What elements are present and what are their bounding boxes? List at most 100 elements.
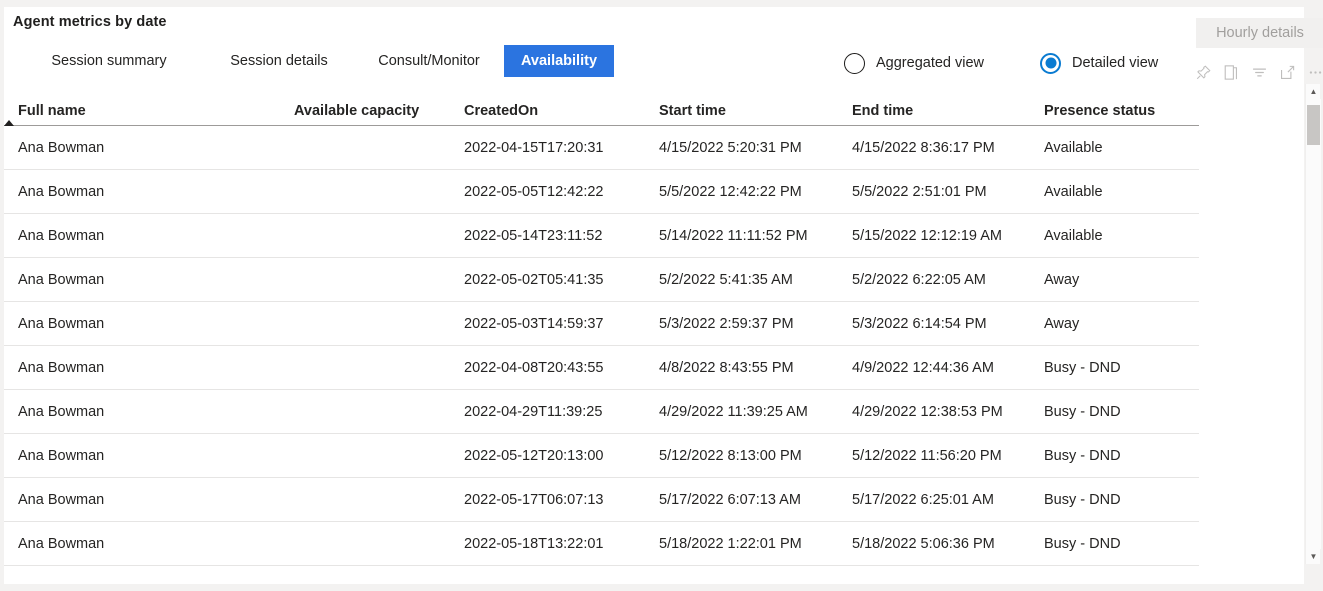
scrollbar-thumb[interactable] (1307, 105, 1320, 145)
cell-full-name: Ana Bowman (18, 139, 105, 156)
table-viewport: Full name Available capacity CreatedOn S… (4, 87, 1304, 584)
cell-presence-status: Available (1044, 139, 1103, 156)
cell-start-time: 5/3/2022 2:59:37 PM (659, 315, 794, 332)
table-row[interactable]: Ana Bowman 2022-05-17T06:07:13 5/17/2022… (4, 478, 1199, 522)
radio-unchecked-icon (844, 52, 865, 74)
cell-start-time: 5/12/2022 8:13:00 PM (659, 447, 802, 464)
table-row[interactable]: Ana Bowman 2022-05-02T05:41:35 5/2/2022 … (4, 258, 1199, 302)
cell-presence-status: Available (1044, 183, 1103, 200)
cell-createdon: 2022-05-02T05:41:35 (464, 271, 604, 288)
radio-detailed-view-label: Detailed view (1072, 55, 1159, 71)
table-row[interactable]: Ana Bowman 2022-05-03T14:59:37 5/3/2022 … (4, 302, 1199, 346)
cell-end-time: 4/29/2022 12:38:53 PM (852, 403, 1003, 420)
cell-presence-status: Busy - DND (1044, 535, 1121, 552)
cell-createdon: 2022-05-18T13:22:01 (464, 535, 604, 552)
tab-availability[interactable]: Availability (504, 45, 614, 77)
table-row[interactable]: Ana Bowman 2022-04-08T20:43:55 4/8/2022 … (4, 346, 1199, 390)
cell-start-time: 5/14/2022 11:11:52 PM (659, 227, 808, 244)
tab-session-summary[interactable]: Session summary (14, 45, 204, 77)
cell-createdon: 2022-04-29T11:39:25 (464, 403, 603, 420)
table-bottom-spacer (4, 566, 1199, 584)
cell-createdon: 2022-05-12T20:13:00 (464, 447, 604, 464)
filter-icon[interactable] (1250, 63, 1268, 81)
column-header-full-name-label: Full name (18, 103, 86, 119)
cell-presence-status: Away (1044, 271, 1080, 288)
cell-full-name: Ana Bowman (18, 271, 105, 288)
radio-checked-icon (1040, 52, 1062, 74)
scrollbar-track[interactable] (1306, 99, 1321, 549)
cell-full-name: Ana Bowman (18, 359, 105, 376)
cell-start-time: 5/17/2022 6:07:13 AM (659, 491, 801, 508)
column-header-createdon[interactable]: CreatedOn (464, 87, 659, 119)
cell-presence-status: Busy - DND (1044, 359, 1121, 376)
column-header-start-time[interactable]: Start time (659, 87, 852, 119)
cell-full-name: Ana Bowman (18, 183, 105, 200)
scroll-up-icon[interactable]: ▲ (1306, 84, 1321, 99)
radio-detailed-view[interactable]: Detailed view (1040, 52, 1159, 74)
cell-end-time: 4/9/2022 12:44:36 AM (852, 359, 994, 376)
cell-presence-status: Available (1044, 227, 1103, 244)
copy-icon[interactable] (1222, 63, 1240, 81)
hourly-details-button[interactable]: Hourly details (1196, 18, 1323, 48)
more-options-icon[interactable] (1306, 63, 1323, 81)
cell-start-time: 5/2/2022 5:41:35 AM (659, 271, 793, 288)
cell-end-time: 5/2/2022 6:22:05 AM (852, 271, 986, 288)
table-header-row: Full name Available capacity CreatedOn S… (4, 87, 1199, 126)
cell-full-name: Ana Bowman (18, 535, 105, 552)
cell-end-time: 5/5/2022 2:51:01 PM (852, 183, 987, 200)
cell-presence-status: Busy - DND (1044, 447, 1121, 464)
column-header-full-name[interactable]: Full name (4, 87, 294, 126)
scroll-down-icon[interactable]: ▼ (1306, 549, 1321, 564)
cell-createdon: 2022-04-08T20:43:55 (464, 359, 604, 376)
cell-end-time: 5/3/2022 6:14:54 PM (852, 315, 987, 332)
cell-full-name: Ana Bowman (18, 403, 105, 420)
cell-createdon: 2022-05-05T12:42:22 (464, 183, 604, 200)
table-row[interactable]: Ana Bowman 2022-05-12T20:13:00 5/12/2022… (4, 434, 1199, 478)
radio-aggregated-view[interactable]: Aggregated view (844, 52, 985, 74)
cell-end-time: 5/12/2022 11:56:20 PM (852, 447, 1002, 464)
focus-mode-icon[interactable] (1278, 63, 1296, 81)
cell-start-time: 4/8/2022 8:43:55 PM (659, 359, 794, 376)
table-row[interactable]: Ana Bowman 2022-05-05T12:42:22 5/5/2022 … (4, 170, 1199, 214)
cell-full-name: Ana Bowman (18, 491, 105, 508)
cell-end-time: 5/18/2022 5:06:36 PM (852, 535, 995, 552)
page-title: Agent metrics by date (13, 14, 167, 30)
vertical-scrollbar[interactable]: ▲ ▼ (1305, 84, 1321, 564)
radio-aggregated-view-label: Aggregated view (876, 55, 985, 71)
report-page: Agent metrics by date Session summary Se… (0, 0, 1323, 591)
table-row[interactable]: Ana Bowman 2022-05-14T23:11:52 5/14/2022… (4, 214, 1199, 258)
cell-end-time: 5/15/2022 12:12:19 AM (852, 227, 1002, 244)
report-header: Agent metrics by date Session summary Se… (4, 7, 1323, 85)
report-surface: Agent metrics by date Session summary Se… (4, 7, 1323, 584)
cell-createdon: 2022-05-14T23:11:52 (464, 227, 603, 244)
cell-presence-status: Away (1044, 315, 1080, 332)
column-header-available-capacity[interactable]: Available capacity (294, 87, 464, 119)
cell-presence-status: Busy - DND (1044, 491, 1121, 508)
sort-ascending-icon (4, 120, 14, 126)
availability-table: Full name Available capacity CreatedOn S… (4, 87, 1199, 584)
cell-full-name: Ana Bowman (18, 315, 105, 332)
cell-full-name: Ana Bowman (18, 447, 105, 464)
cell-start-time: 5/5/2022 12:42:22 PM (659, 183, 802, 200)
column-header-presence-status[interactable]: Presence status (1044, 87, 1199, 119)
cell-full-name: Ana Bowman (18, 227, 105, 244)
table-row[interactable]: Ana Bowman 2022-04-29T11:39:25 4/29/2022… (4, 390, 1199, 434)
cell-createdon: 2022-04-15T17:20:31 (464, 139, 604, 156)
column-header-end-time[interactable]: End time (852, 87, 1044, 119)
cell-start-time: 5/18/2022 1:22:01 PM (659, 535, 802, 552)
cell-start-time: 4/29/2022 11:39:25 AM (659, 403, 808, 420)
table-row[interactable]: Ana Bowman 2022-04-15T17:20:31 4/15/2022… (4, 126, 1199, 170)
cell-createdon: 2022-05-17T06:07:13 (464, 491, 604, 508)
view-mode-radio-group: Aggregated view Detailed view (844, 48, 1158, 78)
cell-createdon: 2022-05-03T14:59:37 (464, 315, 604, 332)
pin-icon[interactable] (1194, 63, 1212, 81)
cell-end-time: 4/15/2022 8:36:17 PM (852, 139, 995, 156)
tab-strip: Session summary Session details Consult/… (14, 45, 614, 77)
cell-start-time: 4/15/2022 5:20:31 PM (659, 139, 802, 156)
table-row[interactable]: Ana Bowman 2022-05-18T13:22:01 5/18/2022… (4, 522, 1199, 566)
tab-consult-monitor[interactable]: Consult/Monitor (354, 45, 504, 77)
visual-action-bar (1194, 63, 1323, 81)
cell-presence-status: Busy - DND (1044, 403, 1121, 420)
tab-session-details[interactable]: Session details (204, 45, 354, 77)
cell-end-time: 5/17/2022 6:25:01 AM (852, 491, 994, 508)
